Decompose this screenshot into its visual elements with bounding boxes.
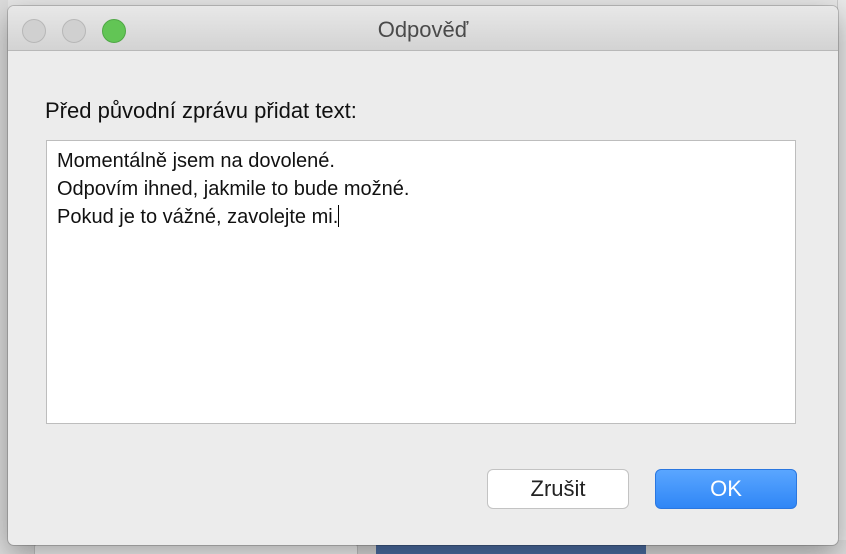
window-title: Odpověď (377, 17, 469, 42)
message-line-2: Odpovím ihned, jakmile to bude možné. (57, 178, 410, 200)
background-panel (837, 0, 846, 554)
ok-button[interactable]: OK (655, 469, 797, 509)
cancel-button[interactable]: Zrušit (487, 469, 629, 509)
reply-dialog: Odpověď Před původní zprávu přidat text:… (8, 6, 838, 545)
text-caret (338, 205, 340, 227)
message-textarea[interactable]: Momentálně jsem na dovolené. Odpovím ihn… (46, 140, 796, 424)
message-line-3-text: Pokud je to vážné, zavolejte mi. (57, 206, 339, 228)
message-line-3: Pokud je to vážné, zavolejte mi. (57, 203, 785, 231)
message-line-1: Momentálně jsem na dovolené. (57, 150, 335, 172)
background-selected-item (376, 544, 646, 554)
title-bar: Odpověď (8, 6, 838, 51)
prompt-label: Před původní zprávu přidat text: (45, 98, 357, 123)
background-sidebar (0, 0, 8, 554)
